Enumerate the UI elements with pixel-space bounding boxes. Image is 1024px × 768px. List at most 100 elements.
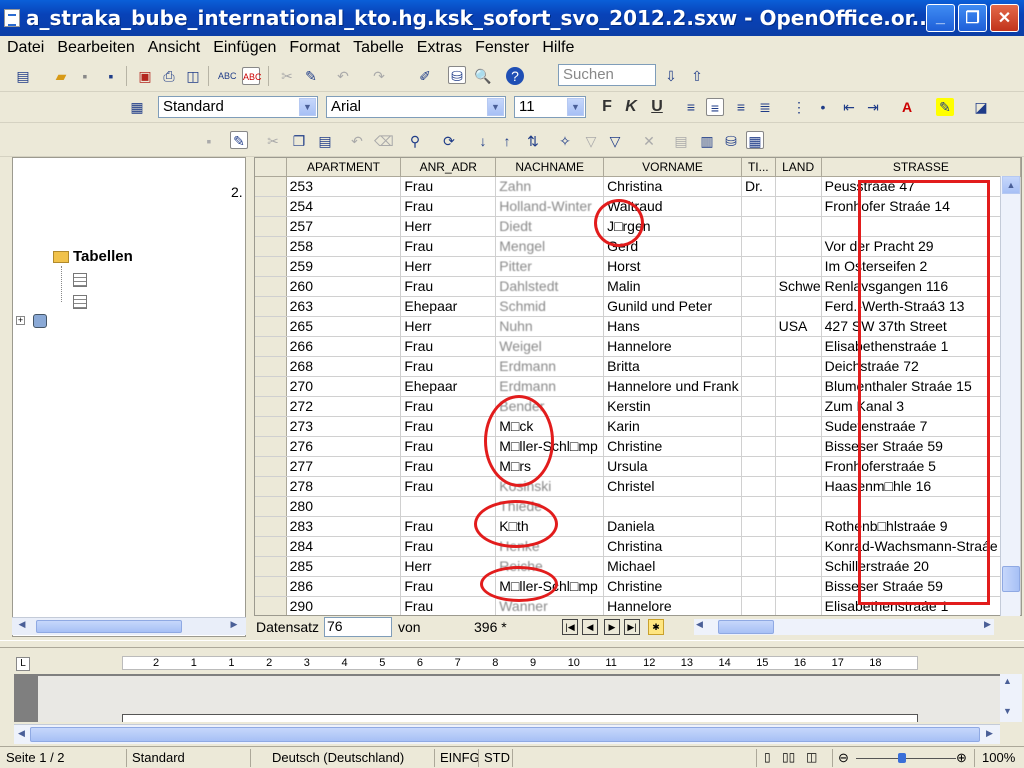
table-cell[interactable]: Herr	[400, 316, 497, 337]
table-cell[interactable]	[775, 476, 822, 497]
table-cell[interactable]: Hannelore und Frank	[603, 376, 742, 397]
table-cell[interactable]: 284	[286, 536, 402, 557]
grid-vertical-scrollbar[interactable]: ▲	[1000, 176, 1020, 616]
table-cell[interactable]: Frau	[400, 276, 497, 297]
help-icon[interactable]: ?	[506, 67, 524, 85]
table-cell[interactable]	[775, 576, 822, 597]
zoom-in-icon[interactable]: ⊕	[956, 750, 967, 766]
menu-fenster[interactable]: Fenster	[468, 39, 535, 57]
chevron-down-icon[interactable]: ▼	[567, 98, 584, 116]
styles-formatting-icon[interactable]: ▦	[128, 98, 146, 116]
table-cell[interactable]: 278	[286, 476, 402, 497]
table-cell[interactable]: 259	[286, 256, 402, 277]
table-cell[interactable]: Herr	[400, 256, 497, 277]
column-header[interactable]: ANR_ADR	[400, 158, 497, 177]
table-cell[interactable]: 253	[286, 176, 402, 197]
table-cell[interactable]	[775, 536, 822, 557]
table-cell[interactable]	[775, 396, 822, 417]
row-header[interactable]	[255, 516, 287, 537]
align-center-icon[interactable]: ≡	[706, 98, 724, 116]
table-cell[interactable]: Frau	[400, 416, 497, 437]
menu-einfuegen[interactable]: Einfügen	[206, 39, 282, 57]
table-cell[interactable]: Ursula	[603, 456, 742, 477]
column-header[interactable]: TI...	[741, 158, 776, 177]
menu-datei[interactable]: Datei	[0, 39, 50, 57]
bullets-icon[interactable]: •	[814, 98, 832, 116]
row-header[interactable]	[255, 576, 287, 597]
table-cell[interactable]	[741, 476, 776, 497]
multi-page-view-icon[interactable]: ▯▯	[782, 750, 795, 764]
menu-extras[interactable]: Extras	[410, 39, 468, 57]
menu-bearbeiten[interactable]: Bearbeiten	[50, 39, 140, 57]
column-header[interactable]: STRASSE	[821, 158, 1021, 177]
table-cell[interactable]: Weigel	[495, 336, 605, 357]
table-cell[interactable]: Schwe	[775, 276, 822, 297]
table-cell[interactable]: Dahlstedt	[495, 276, 605, 297]
table-cell[interactable]	[741, 216, 776, 237]
table-icon[interactable]	[73, 295, 87, 309]
table-cell[interactable]: Frau	[400, 456, 497, 477]
row-header[interactable]	[255, 316, 287, 337]
highlight-icon[interactable]: ✎	[936, 98, 954, 116]
align-left-icon[interactable]: ≡	[682, 98, 700, 116]
sort-icon[interactable]: ⇅	[524, 132, 542, 150]
minimize-button[interactable]: _	[926, 4, 955, 32]
table-cell[interactable]: Frau	[400, 536, 497, 557]
scroll-down-icon[interactable]: ▼	[1003, 706, 1012, 716]
table-cell[interactable]: Frau	[400, 476, 497, 497]
row-header[interactable]	[255, 176, 287, 197]
scroll-thumb[interactable]	[30, 727, 980, 742]
table-cell[interactable]	[741, 196, 776, 217]
copy-icon[interactable]: ❐	[290, 132, 308, 150]
table-cell[interactable]: Frau	[400, 436, 497, 457]
table-cell[interactable]: Diedt	[495, 216, 605, 237]
table-cell[interactable]	[741, 536, 776, 557]
table-cell[interactable]	[741, 316, 776, 337]
grid-horizontal-scrollbar[interactable]: ◀ ▶	[694, 619, 994, 635]
row-header[interactable]	[255, 296, 287, 317]
numbering-icon[interactable]: ⋮	[790, 98, 808, 116]
table-cell[interactable]: 290	[286, 596, 402, 615]
table-cell[interactable]: Malin	[603, 276, 742, 297]
table-cell[interactable]: Ehepaar	[400, 376, 497, 397]
row-header[interactable]	[255, 236, 287, 257]
save-as-icon[interactable]: ▪	[102, 67, 120, 85]
table-cell[interactable]: Michael	[603, 556, 742, 577]
last-record-icon[interactable]: ▶|	[624, 619, 640, 635]
table-cell[interactable]: 283	[286, 516, 402, 537]
table-cell[interactable]	[775, 196, 822, 217]
scroll-left-icon[interactable]: ◀	[18, 728, 25, 739]
table-cell[interactable]: Christine	[603, 576, 742, 597]
table-cell[interactable]: Zahn	[495, 176, 605, 197]
table-cell[interactable]: 273	[286, 416, 402, 437]
table-cell[interactable]	[741, 296, 776, 317]
new-document-icon[interactable]: ▤	[14, 67, 32, 85]
scroll-right-icon[interactable]: ▶	[226, 619, 242, 634]
table-cell[interactable]	[775, 216, 822, 237]
autofilter-icon[interactable]: ✧	[556, 132, 574, 150]
scroll-right-icon[interactable]: ▶	[984, 619, 991, 630]
document-horizontal-scrollbar[interactable]: ◀ ▶	[14, 724, 1000, 744]
table-cell[interactable]: 266	[286, 336, 402, 357]
undo-icon[interactable]: ↶	[334, 67, 352, 85]
table-cell[interactable]: 277	[286, 456, 402, 477]
table-cell[interactable]: Herr	[400, 556, 497, 577]
table-cell[interactable]: Hans	[603, 316, 742, 337]
print-preview-icon[interactable]: ◫	[184, 67, 202, 85]
first-record-icon[interactable]: |◀	[562, 619, 578, 635]
row-header[interactable]	[255, 396, 287, 417]
table-cell[interactable]: Kerstin	[603, 396, 742, 417]
table-cell[interactable]: Nuhn	[495, 316, 605, 337]
background-color-icon[interactable]: ◪	[972, 98, 990, 116]
paste-icon[interactable]: ▤	[316, 132, 334, 150]
row-header[interactable]	[255, 376, 287, 397]
table-cell[interactable]	[775, 236, 822, 257]
table-cell[interactable]	[775, 456, 822, 477]
table-cell[interactable]: Christel	[603, 476, 742, 497]
table-cell[interactable]: Holland-Winter	[495, 196, 605, 217]
zoom-slider[interactable]	[856, 758, 956, 759]
table-cell[interactable]	[775, 416, 822, 437]
table-cell[interactable]: Christina	[603, 536, 742, 557]
table-cell[interactable]: Herr	[400, 216, 497, 237]
table-cell[interactable]: Schmid	[495, 296, 605, 317]
